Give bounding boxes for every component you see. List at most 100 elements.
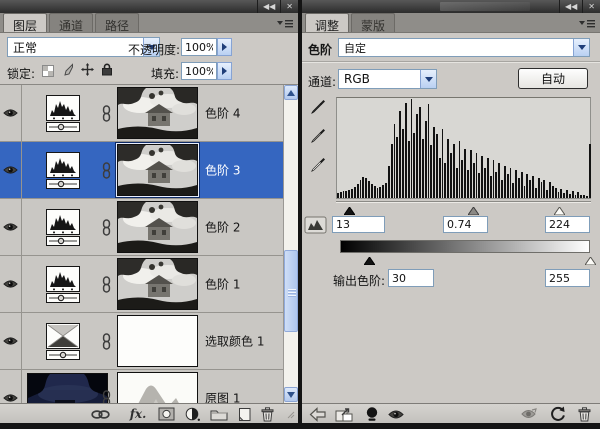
tab-paths[interactable]: 路径 [95, 13, 139, 32]
layer-row[interactable]: 色阶 3 [0, 142, 283, 199]
layer-visibility-eye-icon[interactable] [0, 313, 22, 369]
clip-to-layer-icon[interactable] [362, 405, 382, 423]
mask-link-icon[interactable] [102, 219, 111, 239]
layer-visibility-eye-icon[interactable] [0, 370, 22, 403]
mask-link-icon[interactable] [102, 333, 111, 353]
lock-transparency-icon[interactable] [42, 65, 54, 77]
resize-grip-icon[interactable] [280, 405, 300, 423]
opacity-label: 不透明度: [128, 41, 180, 58]
close-panel-icon[interactable]: ✕ [582, 0, 600, 13]
output-levels-label: 输出色阶: [333, 272, 385, 289]
chevron-down-icon[interactable] [420, 70, 436, 88]
chevron-down-icon[interactable] [573, 39, 589, 56]
layer-mask-thumbnail[interactable] [117, 87, 198, 139]
layer-visibility-eye-icon[interactable] [0, 142, 22, 198]
preset-select[interactable]: 自定 [338, 38, 590, 57]
layer-mask-thumbnail[interactable] [117, 258, 198, 310]
collapse-panel-icon[interactable]: ◀◀ [559, 0, 582, 13]
layer-mask-thumbnail[interactable] [117, 144, 198, 196]
layer-name[interactable]: 色阶 3 [205, 162, 240, 179]
fill-spinner[interactable] [217, 62, 232, 80]
mask-link-icon[interactable] [102, 162, 111, 182]
scroll-down-icon[interactable] [284, 387, 298, 402]
layers-scrollbar[interactable] [283, 85, 298, 403]
input-black-field[interactable] [332, 216, 385, 233]
levels-adjustment-icon[interactable] [46, 209, 80, 246]
panel-menu-icon[interactable] [579, 17, 597, 29]
layer-name[interactable]: 色阶 1 [205, 276, 240, 293]
lock-all-icon[interactable] [101, 63, 113, 79]
gray-point-eyedropper-icon[interactable] [310, 128, 326, 147]
tab-masks[interactable]: 蒙版 [351, 13, 395, 32]
fill-input[interactable] [181, 62, 217, 80]
output-white-field[interactable] [545, 269, 590, 287]
panel-menu-icon[interactable] [277, 17, 295, 29]
black-output-slider[interactable] [364, 254, 375, 268]
histogram-refresh-icon[interactable] [304, 215, 328, 238]
collapse-panel-icon[interactable]: ◀◀ [257, 0, 280, 13]
opacity-spinner[interactable] [217, 38, 232, 56]
output-gradient-bar [340, 240, 590, 253]
layer-mask-thumbnail[interactable] [117, 201, 198, 253]
layer-name[interactable]: 原图 1 [205, 390, 240, 404]
mask-link-icon[interactable] [102, 390, 111, 403]
return-to-adjustment-list-icon[interactable] [308, 405, 328, 423]
input-white-field[interactable] [545, 216, 590, 233]
layer-name[interactable]: 色阶 2 [205, 219, 240, 236]
scrollbar-thumb[interactable] [284, 250, 298, 332]
tab-channels[interactable]: 通道 [49, 13, 93, 32]
layers-controls: 正常 不透明度: 锁定: 填充: [0, 33, 298, 85]
link-layers-icon[interactable] [90, 405, 110, 423]
levels-adjustment-icon[interactable] [46, 266, 80, 303]
input-slider-track [336, 201, 591, 203]
layer-mask-thumbnail[interactable] [117, 315, 198, 367]
output-black-field[interactable] [388, 269, 434, 287]
watermark [440, 2, 530, 11]
auto-button[interactable]: 自动 [518, 68, 588, 89]
white-point-eyedropper-icon[interactable] [310, 157, 326, 176]
panel-titlebar: ◀◀ ✕ [0, 0, 298, 13]
new-layer-icon[interactable] [234, 405, 254, 423]
scroll-up-icon[interactable] [284, 85, 298, 100]
white-output-slider[interactable] [585, 254, 596, 268]
layer-name[interactable]: 选取颜色 1 [205, 333, 264, 350]
black-point-eyedropper-icon[interactable] [310, 99, 326, 118]
layer-row[interactable]: 原图 1 [0, 370, 283, 403]
layer-row[interactable]: 色阶 2 [0, 199, 283, 256]
opacity-input[interactable] [181, 38, 217, 56]
add-layer-mask-icon[interactable] [156, 405, 176, 423]
mask-link-icon[interactable] [102, 105, 111, 125]
layer-row[interactable]: 色阶 1 [0, 256, 283, 313]
adjustments-panel: ◀◀ ✕ 调整 蒙版 色阶 自定 通道: RGB 自动 [302, 0, 600, 423]
lock-paint-icon[interactable] [61, 63, 74, 79]
tab-layers[interactable]: 图层 [3, 13, 47, 32]
input-gamma-field[interactable] [443, 216, 488, 233]
layer-mask-thumbnail[interactable] [117, 372, 198, 403]
close-panel-icon[interactable]: ✕ [280, 0, 298, 13]
new-adjustment-layer-icon[interactable] [183, 405, 203, 423]
lock-move-icon[interactable] [81, 63, 94, 79]
layer-thumbnail[interactable] [27, 373, 108, 403]
layer-row[interactable]: 色阶 4 [0, 85, 283, 142]
layer-row[interactable]: 选取颜色 1 [0, 313, 283, 370]
blend-mode-value: 正常 [13, 39, 37, 56]
delete-adjustment-icon[interactable] [574, 405, 594, 423]
layer-list: 色阶 4 色阶 3 色阶 2 色阶 1 选取颜色 1 原图 1 [0, 85, 283, 403]
layer-name[interactable]: 色阶 4 [205, 105, 240, 122]
layer-visibility-eye-icon[interactable] [0, 85, 22, 141]
visibility-eye-icon[interactable] [386, 405, 406, 423]
mask-link-icon[interactable] [102, 276, 111, 296]
delete-layer-icon[interactable] [257, 405, 277, 423]
channel-select[interactable]: RGB [338, 69, 437, 89]
view-previous-state-icon[interactable] [518, 405, 538, 423]
new-group-icon[interactable] [209, 405, 229, 423]
layer-visibility-eye-icon[interactable] [0, 256, 22, 312]
selective-color-adjustment-icon[interactable] [46, 323, 80, 360]
levels-adjustment-icon[interactable] [46, 95, 80, 132]
expanded-view-icon[interactable] [334, 405, 354, 423]
tab-adjustments[interactable]: 调整 [305, 13, 349, 32]
layer-style-icon[interactable]: fx. [128, 405, 148, 423]
layer-visibility-eye-icon[interactable] [0, 199, 22, 255]
reset-icon[interactable] [548, 405, 568, 423]
levels-adjustment-icon[interactable] [46, 152, 80, 189]
